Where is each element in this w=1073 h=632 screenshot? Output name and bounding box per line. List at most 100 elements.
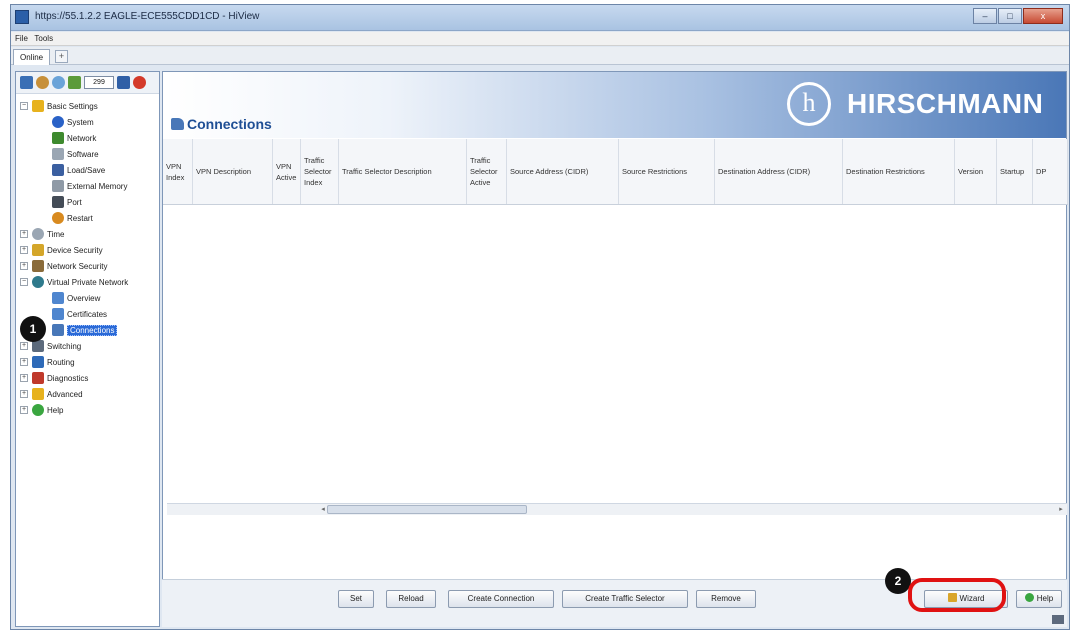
scroll-right-arrow-icon[interactable]: ▸ [1055, 504, 1067, 515]
nav-item-restart[interactable]: Restart [16, 210, 159, 226]
reload-button[interactable]: Reload [386, 590, 436, 608]
nav-item-software[interactable]: Software [16, 146, 159, 162]
nav-item-load-save[interactable]: Load/Save [16, 162, 159, 178]
table-header: VPN Index VPN Description VPN Active Traffi… [163, 139, 1068, 205]
stop-icon[interactable] [133, 76, 146, 89]
nav-item-virtual-private-network[interactable]: − Virtual Private Network [16, 274, 159, 290]
content-panel: Connections h HIRSCHMANN VPN Index VPN De… [162, 71, 1068, 627]
user-icon[interactable] [36, 76, 49, 89]
resize-grip-icon[interactable] [1052, 615, 1064, 624]
nav-item-label: Virtual Private Network [47, 277, 129, 287]
column-header[interactable]: VPN Index [163, 139, 193, 204]
user-network-icon [52, 132, 64, 144]
nav-item-label: Switching [47, 341, 82, 351]
page-title: Connections [187, 116, 272, 132]
expand-icon[interactable]: + [20, 406, 28, 414]
column-header[interactable]: VPN Description [193, 139, 273, 204]
nav-item-label: Diagnostics [47, 373, 89, 383]
connections-icon [52, 324, 64, 336]
help-button[interactable]: Help [1016, 590, 1062, 608]
expand-icon[interactable]: + [20, 358, 28, 366]
column-header[interactable]: DP [1033, 139, 1068, 204]
column-header[interactable]: Traffic Selector Description [339, 139, 467, 204]
wizard-highlight-ring [908, 578, 1006, 612]
lock-icon [32, 244, 44, 256]
menu-tools[interactable]: Tools [34, 32, 53, 46]
refresh-interval-field[interactable]: 299 [84, 76, 114, 89]
search-icon[interactable] [52, 76, 65, 89]
nav-item-label: Restart [67, 213, 93, 223]
advanced-star-icon [32, 388, 44, 400]
nav-item-label: Port [67, 197, 82, 207]
set-button[interactable]: Set [338, 590, 374, 608]
column-header[interactable]: Destination Address (CIDR) [715, 139, 843, 204]
add-tab-button[interactable]: + [55, 50, 68, 63]
tab-online[interactable]: Online [13, 49, 51, 65]
hiview-window: https://55.1.2.2 EAGLE-ECE555CDD1CD - Hi… [10, 4, 1070, 630]
horizontal-scrollbar[interactable]: ◂ ▸ [167, 503, 1067, 515]
expand-icon[interactable]: + [20, 374, 28, 382]
info-icon [52, 116, 64, 128]
callout-1: 1 [20, 316, 46, 342]
collapse-icon[interactable]: − [20, 102, 28, 110]
nav-item-advanced[interactable]: + Advanced [16, 386, 159, 402]
nav-item-system[interactable]: System [16, 114, 159, 130]
help-icon [32, 404, 44, 416]
nav-item-label: Connections [67, 324, 118, 336]
nav-item-external-memory[interactable]: External Memory [16, 178, 159, 194]
nav-item-time[interactable]: + Time [16, 226, 159, 242]
navigation-panel: 299 − Basic Settings System Network Software… [15, 71, 160, 627]
navigation-tree: − Basic Settings System Network Software Load… [16, 94, 159, 418]
minimize-button[interactable]: – [973, 8, 997, 24]
nav-item-device-security[interactable]: + Device Security [16, 242, 159, 258]
nav-item-help[interactable]: + Help [16, 402, 159, 418]
create-traffic-selector-button[interactable]: Create Traffic Selector [562, 590, 688, 608]
column-header[interactable]: Traffic Selector Active [467, 139, 507, 204]
routing-icon [32, 356, 44, 368]
menu-file[interactable]: File [15, 32, 28, 46]
nav-item-overview[interactable]: Overview [16, 290, 159, 306]
maximize-button[interactable]: □ [998, 8, 1022, 24]
globe-icon [32, 276, 44, 288]
nav-item-label: Network Security [47, 261, 108, 271]
nav-item-label: Software [67, 149, 99, 159]
expand-icon[interactable]: + [20, 246, 28, 254]
diagnostics-icon [32, 372, 44, 384]
column-header[interactable]: Destination Restrictions [843, 139, 955, 204]
nav-item-port[interactable]: Port [16, 194, 159, 210]
help-icon [1024, 593, 1034, 602]
remove-button[interactable]: Remove [696, 590, 756, 608]
expand-icon[interactable]: + [20, 390, 28, 398]
title-bar[interactable]: https://55.1.2.2 EAGLE-ECE555CDD1CD - Hi… [11, 5, 1069, 31]
column-header[interactable]: Traffic Selector Index [301, 139, 339, 204]
nav-item-network[interactable]: Network [16, 130, 159, 146]
clock-icon [32, 228, 44, 240]
nav-item-label: System [67, 117, 94, 127]
software-icon [52, 148, 64, 160]
nav-item-network-security[interactable]: + Network Security [16, 258, 159, 274]
expand-icon[interactable]: + [20, 342, 28, 350]
column-header[interactable]: VPN Active [273, 139, 301, 204]
nav-item-routing[interactable]: + Routing [16, 354, 159, 370]
column-header[interactable]: Version [955, 139, 997, 204]
create-connection-button[interactable]: Create Connection [448, 590, 554, 608]
close-button[interactable]: x [1023, 8, 1063, 24]
column-header[interactable]: Source Address (CIDR) [507, 139, 619, 204]
nav-item-basic-settings[interactable]: − Basic Settings [16, 98, 159, 114]
connections-title-icon [171, 118, 184, 130]
nav-item-label: Overview [67, 293, 101, 303]
scrollbar-thumb[interactable] [327, 505, 527, 514]
nav-item-label: Routing [47, 357, 75, 367]
column-header[interactable]: Source Restrictions [619, 139, 715, 204]
nav-item-diagnostics[interactable]: + Diagnostics [16, 370, 159, 386]
column-header[interactable]: Startup [997, 139, 1033, 204]
star-icon [32, 100, 44, 112]
status-icon[interactable] [68, 76, 81, 89]
collapse-icon[interactable]: − [20, 278, 28, 286]
save-icon[interactable] [117, 76, 130, 89]
expand-icon[interactable]: + [20, 230, 28, 238]
connect-icon[interactable] [20, 76, 33, 89]
hirschmann-logo: h [787, 82, 831, 126]
port-icon [52, 196, 64, 208]
expand-icon[interactable]: + [20, 262, 28, 270]
